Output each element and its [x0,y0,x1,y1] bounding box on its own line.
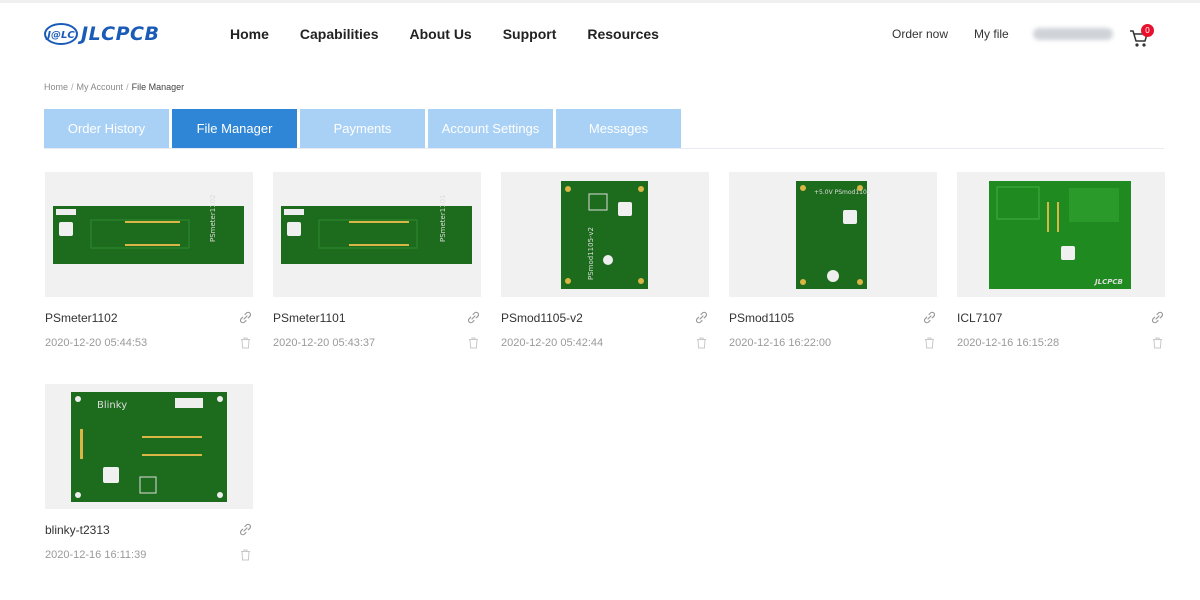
cart-count-badge: 0 [1141,24,1154,37]
link-icon[interactable] [695,311,708,324]
user-nav: Order now My file [892,27,1113,41]
tab-messages[interactable]: Messages [556,109,681,148]
breadcrumb: Home / My Account / File Manager [44,82,184,92]
file-thumbnail[interactable]: +5.0V PSmod1105 [729,172,937,297]
file-thumbnail[interactable]: Blinky [45,384,253,509]
tab-order-history[interactable]: Order History [44,109,169,148]
tab-payments[interactable]: Payments [300,109,425,148]
file-card: PSmeter1101 PSmeter1101 2020-12-20 05:43… [273,172,481,372]
account-tabs: Order History File Manager Payments Acco… [44,109,684,148]
my-file-link[interactable]: My file [974,27,1009,41]
file-name[interactable]: PSmod1105 [729,311,794,325]
file-thumbnail[interactable]: PSmeter1102 [45,172,253,297]
trash-icon[interactable] [468,337,479,349]
trash-icon[interactable] [240,337,251,349]
file-thumbnail[interactable]: PSmod1105-v2 [501,172,709,297]
file-date: 2020-12-20 05:42:44 [501,337,604,349]
file-date: 2020-12-16 16:11:39 [45,549,147,561]
nav-resources[interactable]: Resources [587,26,659,42]
nav-capabilities[interactable]: Capabilities [300,26,379,42]
order-now-link[interactable]: Order now [892,27,948,41]
pcb-preview: PSmod1105-v2 [561,181,648,289]
pcb-label: JLCPCB [1093,278,1123,286]
link-icon[interactable] [239,311,252,324]
trash-icon[interactable] [696,337,707,349]
pcb-preview: PSmeter1101 [281,194,472,264]
file-name[interactable]: ICL7107 [957,311,1002,325]
file-date: 2020-12-20 05:44:53 [45,337,148,349]
pcb-preview: JLCPCB [989,181,1131,289]
pcb-label: +5.0V PSmod1105 [814,189,871,196]
account-name-redacted[interactable] [1032,28,1113,40]
breadcrumb-my-account[interactable]: My Account [77,82,124,92]
file-thumbnail[interactable]: JLCPCB [957,172,1165,297]
pcb-label: PSmeter1102 [209,194,217,242]
breadcrumb-separator: / [71,82,74,92]
file-date: 2020-12-16 16:22:00 [729,337,832,349]
link-icon[interactable] [1151,311,1164,324]
file-card: PSmod1105-v2 PSmod1105-v2 2020-12-20 05:… [501,172,709,372]
link-icon[interactable] [923,311,936,324]
file-name[interactable]: blinky-t2313 [45,523,110,537]
file-name[interactable]: PSmod1105-v2 [501,311,583,325]
logo-mark-text: J@LC [45,30,75,41]
file-card: JLCPCB ICL7107 2020-12-16 16:15:28 [957,172,1165,372]
file-name[interactable]: PSmeter1101 [273,311,346,325]
link-icon[interactable] [467,311,480,324]
file-card: Blinky blinky-t2313 2020-12-16 16:11:39 [45,384,253,584]
tab-account-settings[interactable]: Account Settings [428,109,553,148]
file-thumbnail[interactable]: PSmeter1101 [273,172,481,297]
file-card: PSmeter1102 PSmeter1102 2020-12-20 05:44… [45,172,253,372]
pcb-label: PSmeter1101 [439,194,447,242]
file-name[interactable]: PSmeter1102 [45,311,118,325]
pcb-preview: PSmeter1102 [53,194,244,264]
main-nav: Home Capabilities About Us Support Resou… [230,26,690,42]
file-date: 2020-12-20 05:43:37 [273,337,376,349]
pcb-label: Blinky [97,400,127,411]
file-date: 2020-12-16 16:15:28 [957,337,1060,349]
logo-text: JLCPCB [81,23,160,45]
trash-icon[interactable] [1152,337,1163,349]
trash-icon[interactable] [240,549,251,561]
logo[interactable]: J@LC JLCPCB [44,21,174,47]
nav-about-us[interactable]: About Us [410,26,472,42]
breadcrumb-home[interactable]: Home [44,82,68,92]
file-card: +5.0V PSmod1105 PSmod1105 2020-12-16 16:… [729,172,937,372]
pcb-label: PSmod1105-v2 [587,227,595,280]
tab-divider [44,148,1164,149]
breadcrumb-current: File Manager [131,82,185,92]
link-icon[interactable] [239,523,252,536]
trash-icon[interactable] [924,337,935,349]
site-header: J@LC JLCPCB Home Capabilities About Us S… [0,3,1200,65]
nav-support[interactable]: Support [503,26,557,42]
pcb-preview: +5.0V PSmod1105 [796,181,871,289]
nav-home[interactable]: Home [230,26,269,42]
tab-file-manager[interactable]: File Manager [172,109,297,148]
pcb-preview: Blinky [71,392,227,502]
logo-mark-icon: J@LC [44,23,78,45]
breadcrumb-separator: / [126,82,129,92]
